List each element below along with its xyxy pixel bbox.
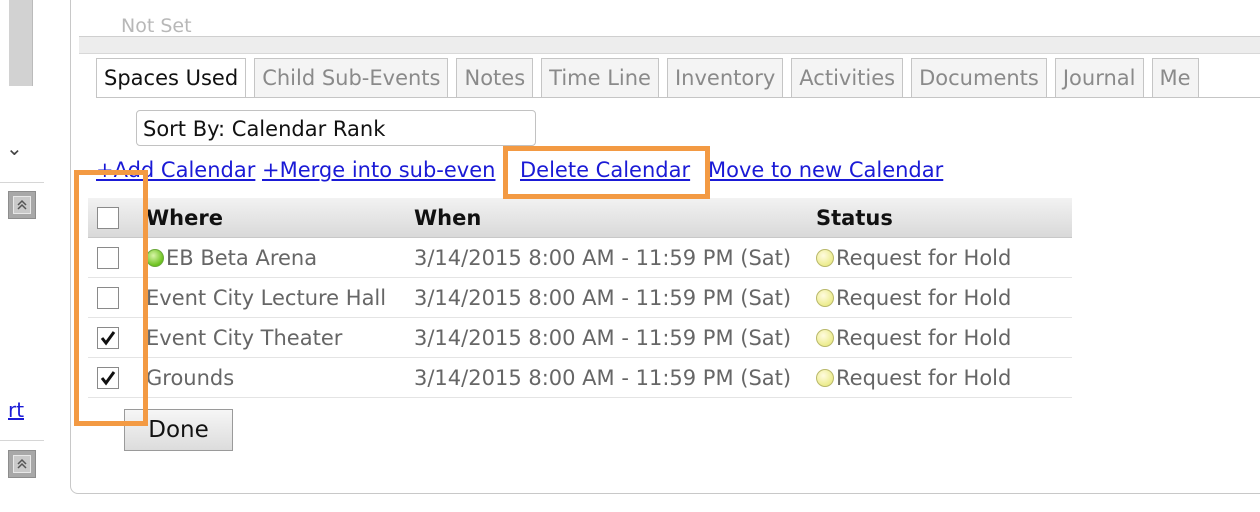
where-text: Grounds — [146, 366, 235, 390]
when-cell: 3/14/2015 8:00 AM - 11:59 PM (Sat) — [414, 286, 792, 310]
left-sidebar: ⌄ rt — [0, 0, 62, 512]
collapse-section-button[interactable] — [8, 191, 36, 219]
where-cell: Event City Lecture Hall — [146, 278, 406, 318]
tab-underline — [96, 97, 1260, 98]
status-dot-icon — [816, 289, 834, 307]
tab-spaces-used[interactable]: Spaces Used — [96, 58, 247, 98]
where-text: Event City Theater — [146, 326, 343, 350]
status-dot-icon — [816, 249, 834, 267]
where-cell: Grounds — [146, 358, 406, 398]
status-text: Request for Hold — [836, 326, 1012, 350]
table-row[interactable]: EB Beta Arena 3/14/2015 8:00 AM - 11:59 P… — [88, 238, 1072, 278]
status-column-header[interactable]: Status — [816, 198, 1076, 238]
when-column-header[interactable]: When — [414, 198, 814, 238]
table-row[interactable]: Event City Lecture Hall 3/14/2015 8:00 AM… — [88, 278, 1072, 318]
sort-by-select[interactable]: Sort By: Calendar Rank — [136, 110, 536, 146]
select-all-checkbox[interactable] — [97, 207, 119, 229]
tab-journal[interactable]: Journal — [1054, 58, 1144, 98]
when-cell: 3/14/2015 8:00 AM - 11:59 PM (Sat) — [414, 366, 792, 390]
where-cell: EB Beta Arena — [146, 238, 406, 278]
row-checkbox[interactable] — [97, 327, 119, 349]
checkmark-icon — [100, 371, 116, 386]
where-cell: Event City Theater — [146, 318, 406, 358]
tab-documents[interactable]: Documents — [911, 58, 1047, 98]
where-text: Event City Lecture Hall — [146, 286, 387, 310]
where-column-header[interactable]: Where — [146, 198, 406, 238]
table-row[interactable]: Event City Theater 3/14/2015 8:00 AM - 11… — [88, 318, 1072, 358]
when-cell: 3/14/2015 8:00 AM - 11:59 PM (Sat) — [414, 246, 792, 270]
collapse-section-button[interactable] — [8, 450, 36, 478]
merge-into-sub-event-link[interactable]: +Merge into sub-even — [262, 158, 495, 182]
tab-child-sub-events[interactable]: Child Sub-Events — [254, 58, 449, 98]
tab-bar: Spaces Used Child Sub-Events Notes Time Lin… — [96, 58, 1199, 98]
tab-time-line[interactable]: Time Line — [541, 58, 659, 98]
status-cell: Request for Hold — [816, 358, 1076, 398]
where-text: EB Beta Arena — [166, 246, 318, 270]
sidebar-scrollbar[interactable] — [9, 0, 33, 86]
tab-notes[interactable]: Notes — [456, 58, 534, 98]
sidebar-link[interactable]: rt — [8, 398, 24, 422]
location-status-icon — [146, 249, 164, 267]
status-text: Request for Hold — [836, 246, 1012, 270]
panel-header-band — [79, 36, 1260, 54]
done-button[interactable]: Done — [124, 409, 233, 451]
tab-inventory[interactable]: Inventory — [666, 58, 784, 98]
row-checkbox[interactable] — [97, 287, 119, 309]
status-cell: Request for Hold — [816, 238, 1076, 278]
table-row[interactable]: Grounds 3/14/2015 8:00 AM - 11:59 PM (Sat… — [88, 358, 1072, 398]
chevron-down-icon[interactable]: ⌄ — [6, 138, 23, 158]
not-set-label: Not Set — [121, 15, 192, 37]
checkmark-icon — [100, 331, 116, 346]
double-chevron-up-icon — [13, 455, 31, 473]
row-checkbox[interactable] — [97, 367, 119, 389]
delete-calendar-link[interactable]: Delete Calendar — [520, 158, 690, 182]
sidebar-divider — [0, 182, 44, 183]
tab-me[interactable]: Me — [1151, 58, 1199, 98]
row-checkbox[interactable] — [97, 247, 119, 269]
status-cell: Request for Hold — [816, 278, 1076, 318]
table-header-row: Where When Status — [88, 198, 1072, 238]
double-chevron-up-icon — [13, 196, 31, 214]
when-cell: 3/14/2015 8:00 AM - 11:59 PM (Sat) — [414, 326, 792, 350]
status-cell: Request for Hold — [816, 318, 1076, 358]
add-calendar-link[interactable]: +Add Calendar — [96, 158, 255, 182]
status-dot-icon — [816, 329, 834, 347]
status-text: Request for Hold — [836, 366, 1012, 390]
move-to-new-calendar-link[interactable]: Move to new Calendar — [708, 158, 943, 182]
status-dot-icon — [816, 369, 834, 387]
tab-activities[interactable]: Activities — [791, 58, 904, 98]
sidebar-divider — [0, 440, 44, 441]
status-text: Request for Hold — [836, 286, 1012, 310]
